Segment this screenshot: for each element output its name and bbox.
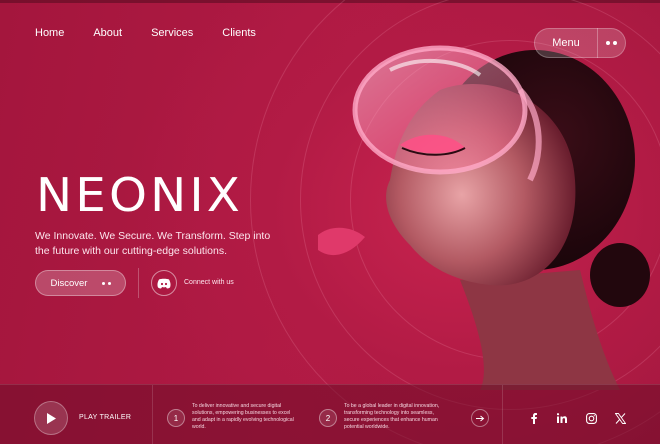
dots-icon bbox=[598, 41, 625, 45]
bottom-bar: PLAY TRAILER 1 To deliver innovative and… bbox=[0, 384, 660, 444]
mission-text: To deliver innovative and secure digital… bbox=[192, 403, 294, 430]
vision-text: To be a global leader in digital innovat… bbox=[344, 403, 440, 430]
play-trailer-label[interactable]: PLAY TRAILER bbox=[79, 414, 131, 421]
brand-title: NEONIX bbox=[36, 168, 244, 222]
hero-divider bbox=[138, 268, 139, 298]
next-arrow-icon[interactable] bbox=[471, 409, 489, 427]
connect-label[interactable]: Connect with us bbox=[184, 279, 234, 286]
nav-about[interactable]: About bbox=[93, 27, 122, 39]
nav-clients[interactable]: Clients bbox=[222, 27, 256, 39]
play-icon bbox=[47, 412, 56, 424]
hero-portrait bbox=[318, 45, 650, 390]
discord-icon[interactable] bbox=[151, 270, 177, 296]
nav-home[interactable]: Home bbox=[35, 27, 64, 39]
menu-label: Menu bbox=[552, 37, 580, 49]
dots-icon bbox=[102, 281, 111, 285]
x-icon[interactable] bbox=[612, 411, 628, 425]
hero-tagline: We Innovate. We Secure. We Transform. St… bbox=[35, 230, 271, 257]
play-button[interactable] bbox=[34, 401, 68, 435]
landing-page: Home About Services Clients Menu NEONIX … bbox=[0, 0, 660, 444]
main-nav: Home About Services Clients bbox=[35, 27, 256, 39]
bottom-divider bbox=[502, 385, 503, 444]
discover-button[interactable]: Discover bbox=[35, 270, 126, 296]
point-number: 2 bbox=[319, 409, 337, 427]
bottom-divider bbox=[152, 385, 153, 444]
linkedin-icon[interactable] bbox=[554, 411, 570, 425]
facebook-icon[interactable] bbox=[526, 411, 542, 425]
discover-label: Discover bbox=[50, 277, 88, 289]
instagram-icon[interactable] bbox=[583, 411, 599, 425]
nav-services[interactable]: Services bbox=[151, 27, 193, 39]
point-number: 1 bbox=[167, 409, 185, 427]
menu-button[interactable]: Menu bbox=[534, 28, 626, 58]
